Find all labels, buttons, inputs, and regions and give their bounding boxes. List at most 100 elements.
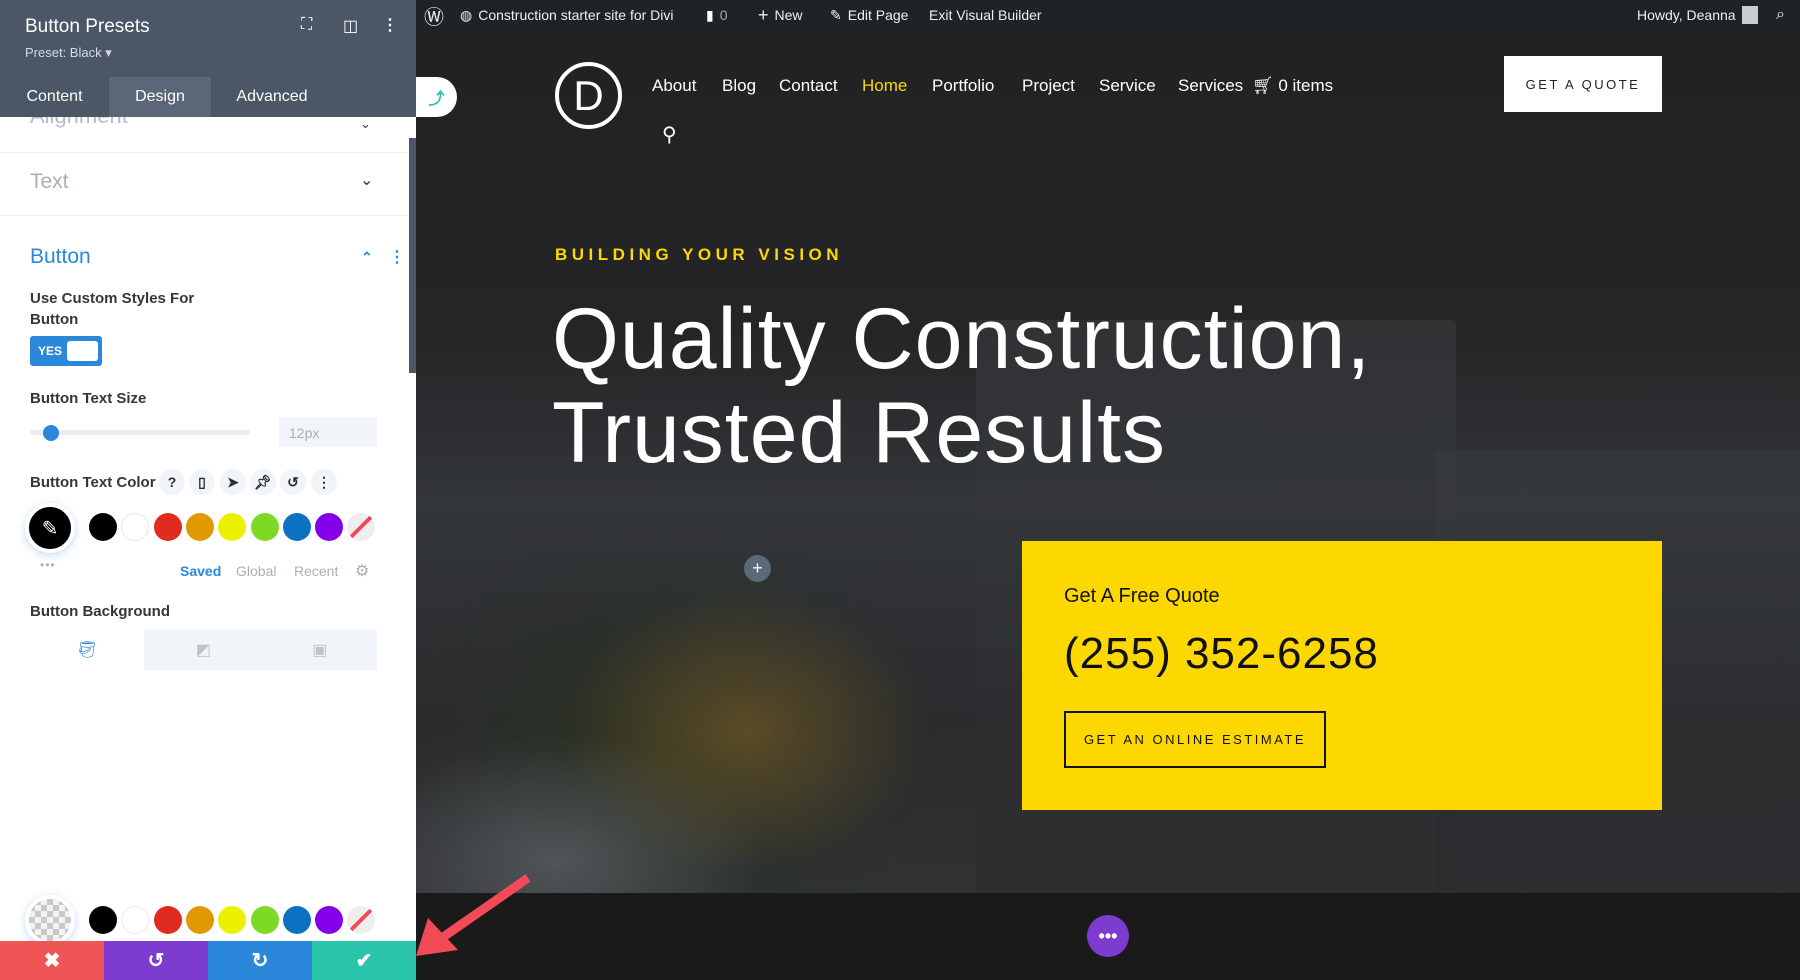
save-button[interactable]: ✔ <box>312 941 416 980</box>
text-size-input[interactable]: 12px <box>279 417 377 447</box>
quote-title: Get A Free Quote <box>1064 585 1220 607</box>
hover-cursor-icon[interactable]: ➤ <box>220 469 246 495</box>
plus-icon: + <box>758 4 769 25</box>
custom-styles-toggle[interactable]: YES <box>30 336 102 366</box>
panel-tabs: Content Design Advanced <box>0 77 416 117</box>
more-dots-icon[interactable]: ••• <box>40 558 56 572</box>
admin-new-link[interactable]: + New <box>758 0 803 30</box>
divider <box>0 152 409 153</box>
discard-button[interactable]: ✖ <box>0 941 104 980</box>
paint-bucket-icon[interactable]: 🪣︎ <box>30 629 145 670</box>
background-type-tabs: 🪣︎ ◩ ▣ <box>30 629 377 670</box>
gear-icon[interactable]: ⚙ <box>355 561 369 581</box>
expand-icon[interactable]: ⛶ <box>301 16 312 34</box>
sticky-pin-icon[interactable]: 📌︎ <box>250 469 276 495</box>
add-module-button[interactable]: + <box>744 555 771 582</box>
admin-edit-page-link[interactable]: ✎ Edit Page <box>830 0 908 30</box>
admin-exit-builder-link[interactable]: Exit Visual Builder <box>929 0 1042 30</box>
wordpress-logo-icon[interactable]: Ⓦ <box>424 0 444 30</box>
color-swatch[interactable] <box>218 906 247 934</box>
slider-knob[interactable] <box>43 425 59 441</box>
background-label: Button Background <box>30 603 170 620</box>
section-button[interactable]: Button <box>30 245 91 269</box>
site-logo[interactable]: D <box>555 62 622 129</box>
eyedropper-button[interactable]: ✎ <box>25 503 75 553</box>
color-swatch[interactable] <box>121 906 150 934</box>
color-swatch[interactable] <box>121 513 150 541</box>
nav-services[interactable]: Services <box>1178 76 1243 96</box>
split-view-icon[interactable]: ◫ <box>343 16 358 36</box>
color-swatch[interactable] <box>153 513 182 541</box>
tab-design[interactable]: Design <box>109 77 211 117</box>
text-size-label: Button Text Size <box>30 390 147 407</box>
swatch-transparent[interactable] <box>347 513 376 541</box>
responsive-icon[interactable]: ▯ <box>189 469 215 495</box>
color-swatch[interactable] <box>185 513 214 541</box>
red-arrow-annotation <box>416 874 531 956</box>
text-size-slider[interactable] <box>30 425 250 441</box>
color-swatch[interactable] <box>250 513 279 541</box>
gradient-icon[interactable]: ◩ <box>146 629 260 670</box>
admin-account-link[interactable]: Howdy, Deanna <box>1637 0 1758 30</box>
section-text[interactable]: Text <box>30 170 69 194</box>
color-swatch[interactable] <box>282 513 311 541</box>
more-icon[interactable]: ⋮ <box>311 469 337 495</box>
color-swatch[interactable] <box>89 513 117 541</box>
chevron-down-icon[interactable]: ⌄ <box>360 170 373 190</box>
hero-headline-line-1: Quality Construction, <box>552 291 1372 387</box>
nav-cart[interactable]: 🛒︎ 0 items <box>1252 76 1333 96</box>
nav-search-icon[interactable]: ⚲ <box>662 122 677 147</box>
nav-contact[interactable]: Contact <box>779 76 838 96</box>
swatch-transparent[interactable] <box>347 906 376 934</box>
panel-menu-icon[interactable]: ⋮ <box>382 15 398 35</box>
color-swatch[interactable] <box>153 906 182 934</box>
nav-home[interactable]: Home <box>862 76 907 96</box>
color-swatch[interactable] <box>315 513 344 541</box>
chevron-up-icon[interactable]: ⌃ <box>361 249 373 266</box>
custom-styles-label: Button <box>30 311 79 328</box>
more-options-button[interactable]: ••• <box>1087 915 1129 957</box>
site-preview: Ⓦ ◍ Construction starter site for Divi ▮ 0… <box>416 0 1800 980</box>
divider <box>0 215 409 216</box>
color-swatch[interactable] <box>250 906 279 934</box>
color-swatch[interactable] <box>185 906 214 934</box>
panel-collapse-toggle[interactable]: ⤴ <box>416 77 457 117</box>
search-icon[interactable]: ⌕ <box>1776 0 1785 30</box>
online-estimate-button[interactable]: GET AN ONLINE ESTIMATE <box>1064 711 1326 768</box>
eyedropper-button[interactable] <box>25 895 75 945</box>
color-swatch[interactable] <box>218 513 247 541</box>
section-menu-icon[interactable]: ⋮ <box>389 247 405 267</box>
tab-content[interactable]: Content <box>0 77 109 117</box>
color-swatch[interactable] <box>282 906 311 934</box>
redo-button[interactable]: ↻ <box>208 941 312 980</box>
nav-about[interactable]: About <box>652 76 696 96</box>
cart-icon: 🛒︎ <box>1252 76 1274 95</box>
settings-panel: Button Presets Preset: Black ▾ ⛶ ◫ ⋮ Con… <box>0 0 416 980</box>
image-icon[interactable]: ▣ <box>263 629 377 670</box>
admin-comments-link[interactable]: ▮ 0 <box>706 0 728 30</box>
palette-tab-global[interactable]: Global <box>236 563 276 579</box>
palette-tab-saved[interactable]: Saved <box>180 563 221 579</box>
hero-headline-line-2: Trusted Results <box>552 385 1167 481</box>
admin-site-link[interactable]: ◍ Construction starter site for Divi <box>460 0 674 30</box>
panel-header: Button Presets Preset: Black ▾ ⛶ ◫ ⋮ <box>0 0 416 77</box>
tab-advanced[interactable]: Advanced <box>211 77 333 117</box>
palette-tab-recent[interactable]: Recent <box>294 563 338 579</box>
wp-admin-bar: Ⓦ ◍ Construction starter site for Divi ▮ 0… <box>416 0 1800 30</box>
reset-icon[interactable]: ↺ <box>280 469 306 495</box>
help-icon[interactable]: ? <box>159 469 185 495</box>
get-a-quote-button[interactable]: GET A QUOTE <box>1504 56 1662 112</box>
nav-service[interactable]: Service <box>1099 76 1156 96</box>
nav-blog[interactable]: Blog <box>722 76 756 96</box>
panel-scrollbar[interactable] <box>409 138 416 373</box>
preset-dropdown[interactable]: Preset: Black ▾ <box>25 45 112 61</box>
dashboard-icon: ◍ <box>460 6 473 23</box>
nav-project[interactable]: Project <box>1022 76 1075 96</box>
color-swatch[interactable] <box>89 906 117 934</box>
panel-title: Button Presets <box>25 16 150 37</box>
nav-portfolio[interactable]: Portfolio <box>932 76 994 96</box>
undo-button[interactable]: ↺ <box>104 941 208 980</box>
text-color-label: Button Text Color <box>30 474 156 491</box>
color-swatch[interactable] <box>315 906 344 934</box>
chevron-down-icon[interactable]: ⌄ <box>360 116 371 132</box>
